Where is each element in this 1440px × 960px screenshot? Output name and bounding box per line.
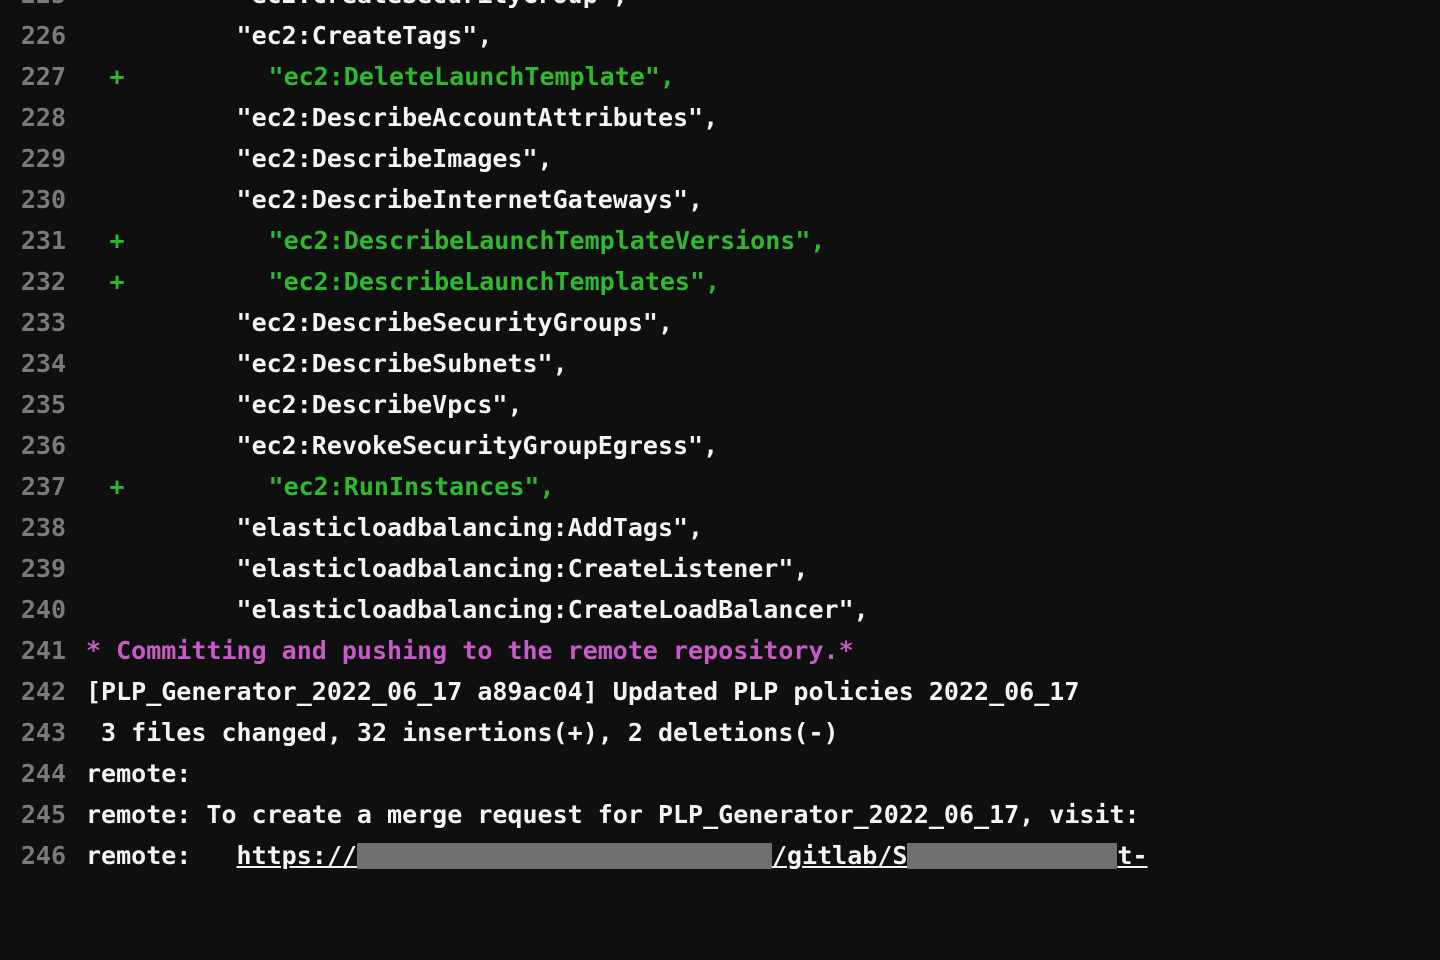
line-number: 228: [0, 97, 66, 138]
terminal-line: 233 "ec2:DescribeSecurityGroups",: [0, 302, 1440, 343]
diff-add-marker: +: [101, 220, 133, 261]
line-content: "elasticloadbalancing:CreateLoadBalancer…: [66, 589, 869, 630]
line-number: 230: [0, 179, 66, 220]
code-token: "ec2:RunInstances",: [269, 472, 555, 501]
terminal-line: 232 + "ec2:DescribeLaunchTemplates",: [0, 261, 1440, 302]
code-token: "ec2:DescribeSecurityGroups",: [237, 308, 674, 337]
terminal-line: 245 remote: To create a merge request for…: [0, 794, 1440, 835]
line-content: "elasticloadbalancing:CreateListener",: [66, 548, 808, 589]
terminal-line: 225 "ec2:CreateSecurityGroup",: [0, 0, 1440, 15]
code-token: "ec2:DescribeSubnets",: [237, 349, 568, 378]
line-content: "ec2:DescribeSubnets",: [66, 343, 568, 384]
line-number: 243: [0, 712, 66, 753]
terminal-line: 241 * Committing and pushing to the remot…: [0, 630, 1440, 671]
terminal-output: 225 "ec2:CreateSecurityGroup",226 "ec2:C…: [0, 0, 1440, 960]
code-token: "ec2:RevokeSecurityGroupEgress",: [237, 431, 719, 460]
line-number: 238: [0, 507, 66, 548]
line-number: 233: [0, 302, 66, 343]
line-number: 245: [0, 794, 66, 835]
code-token: * Committing and pushing to the remote r…: [86, 636, 854, 665]
line-content: remote: To create a merge request for PL…: [66, 794, 1140, 835]
terminal-line: 242 [PLP_Generator_2022_06_17 a89ac04] Up…: [0, 671, 1440, 712]
line-content: 3 files changed, 32 insertions(+), 2 del…: [66, 712, 839, 753]
line-number: 240: [0, 589, 66, 630]
code-token: "ec2:DeleteLaunchTemplate",: [269, 62, 675, 91]
line-number: 237: [0, 466, 66, 507]
line-content: * Committing and pushing to the remote r…: [66, 630, 854, 671]
line-content: "ec2:DescribeSecurityGroups",: [66, 302, 673, 343]
line-content: "ec2:DescribeInternetGateways",: [66, 179, 703, 220]
line-number: 234: [0, 343, 66, 384]
diff-add-marker: +: [101, 56, 133, 97]
terminal-line: 227 + "ec2:DeleteLaunchTemplate",: [0, 56, 1440, 97]
terminal-line: 235 "ec2:DescribeVpcs",: [0, 384, 1440, 425]
code-token: [PLP_Generator_2022_06_17 a89ac04] Updat…: [86, 677, 1079, 706]
code-token: "elasticloadbalancing:AddTags",: [237, 513, 704, 542]
terminal-line: 240 "elasticloadbalancing:CreateLoadBala…: [0, 589, 1440, 630]
code-token: 3 files changed, 32 insertions(+), 2 del…: [86, 718, 839, 747]
line-number: 226: [0, 15, 66, 56]
code-token: "ec2:DescribeInternetGateways",: [237, 185, 704, 214]
line-number: 231: [0, 220, 66, 261]
line-number: 239: [0, 548, 66, 589]
terminal-line: 231 + "ec2:DescribeLaunchTemplateVersion…: [0, 220, 1440, 261]
terminal-line: 239 "elasticloadbalancing:CreateListener…: [0, 548, 1440, 589]
line-number: 232: [0, 261, 66, 302]
diff-add-marker: +: [101, 261, 133, 302]
code-token: "ec2:DescribeLaunchTemplateVersions",: [269, 226, 826, 255]
line-number: 246: [0, 835, 66, 876]
line-content: + "ec2:DescribeLaunchTemplateVersions",: [66, 220, 825, 261]
terminal-line: 226 "ec2:CreateTags",: [0, 15, 1440, 56]
terminal-line: 230 "ec2:DescribeInternetGateways",: [0, 179, 1440, 220]
line-number: 241: [0, 630, 66, 671]
line-content: "ec2:RevokeSecurityGroupEgress",: [66, 425, 718, 466]
terminal-line: 236 "ec2:RevokeSecurityGroupEgress",: [0, 425, 1440, 466]
terminal-line: 229 "ec2:DescribeImages",: [0, 138, 1440, 179]
diff-and-log-lines: 225 "ec2:CreateSecurityGroup",226 "ec2:C…: [0, 0, 1440, 835]
diff-add-marker: +: [101, 466, 133, 507]
line-content: remote: https:///gitlab/St-: [66, 835, 1148, 876]
line-content: "elasticloadbalancing:AddTags",: [66, 507, 703, 548]
code-token: "elasticloadbalancing:CreateListener",: [237, 554, 809, 583]
line-number: 244: [0, 753, 66, 794]
line-number: 227: [0, 56, 66, 97]
code-token: "ec2:DescribeVpcs",: [237, 390, 523, 419]
redacted-url: https:///gitlab/St-: [237, 841, 1148, 870]
code-token: "ec2:CreateTags",: [237, 21, 493, 50]
line-content: + "ec2:DescribeLaunchTemplates",: [66, 261, 720, 302]
terminal-line: 243 3 files changed, 32 insertions(+), 2…: [0, 712, 1440, 753]
terminal-line: 238 "elasticloadbalancing:AddTags",: [0, 507, 1440, 548]
line-number: 225: [0, 0, 66, 15]
line-number: 229: [0, 138, 66, 179]
line-content: remote:: [66, 753, 191, 794]
line-content: [PLP_Generator_2022_06_17 a89ac04] Updat…: [66, 671, 1079, 712]
line-content: + "ec2:DeleteLaunchTemplate",: [66, 56, 675, 97]
terminal-line: 246 remote: https:///gitlab/St-: [0, 835, 1440, 876]
code-token: "ec2:DescribeImages",: [237, 144, 553, 173]
line-content: "ec2:CreateTags",: [66, 15, 492, 56]
code-token: "elasticloadbalancing:CreateLoadBalancer…: [237, 595, 869, 624]
line-content: + "ec2:RunInstances",: [66, 466, 555, 507]
terminal-line: 228 "ec2:DescribeAccountAttributes",: [0, 97, 1440, 138]
code-token: "ec2:CreateSecurityGroup",: [237, 0, 628, 9]
line-number: 236: [0, 425, 66, 466]
code-token: "ec2:DescribeAccountAttributes",: [237, 103, 719, 132]
line-content: "ec2:CreateSecurityGroup",: [66, 0, 628, 15]
code-token: "ec2:DescribeLaunchTemplates",: [269, 267, 721, 296]
terminal-line: 237 + "ec2:RunInstances",: [0, 466, 1440, 507]
terminal-line: 234 "ec2:DescribeSubnets",: [0, 343, 1440, 384]
code-token: remote: To create a merge request for PL…: [86, 800, 1140, 829]
line-number: 235: [0, 384, 66, 425]
line-content: "ec2:DescribeImages",: [66, 138, 553, 179]
line-content: "ec2:DescribeVpcs",: [66, 384, 523, 425]
line-content: "ec2:DescribeAccountAttributes",: [66, 97, 718, 138]
line-number: 242: [0, 671, 66, 712]
terminal-line: 244 remote:: [0, 753, 1440, 794]
code-token: remote:: [86, 759, 191, 788]
